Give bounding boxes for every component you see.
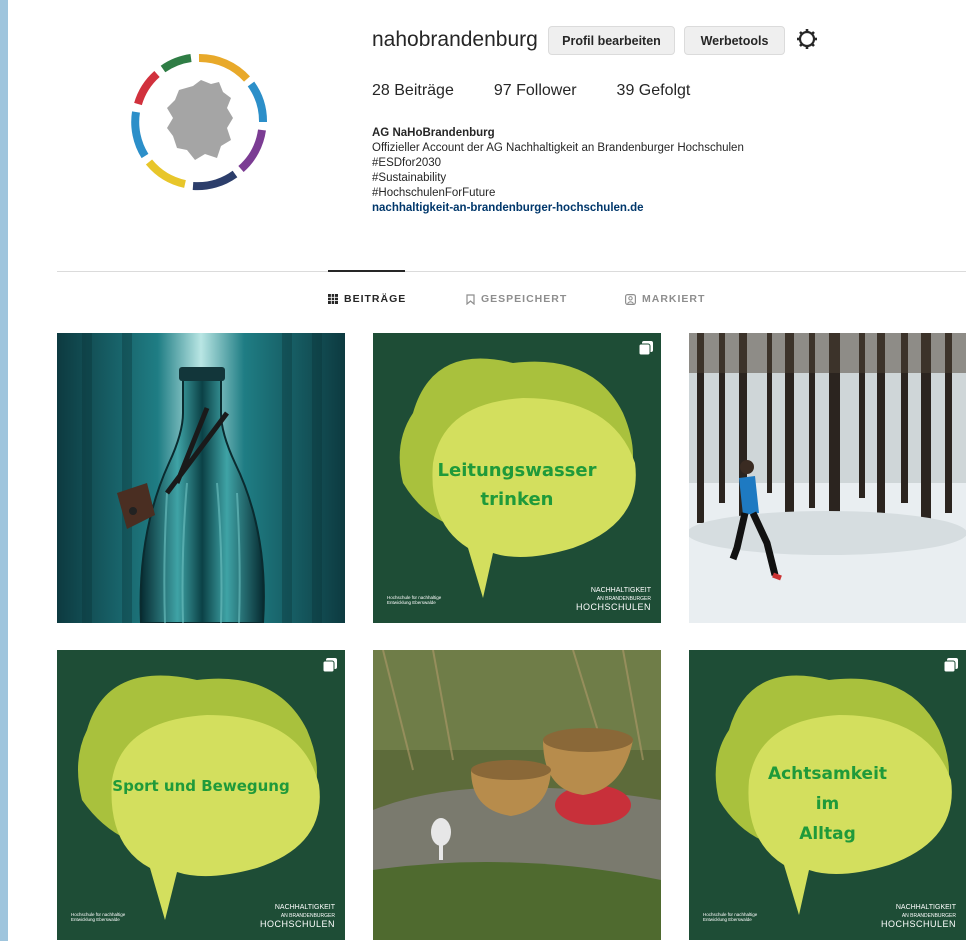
- tab-posts[interactable]: BEITRÄGE: [328, 293, 406, 305]
- bookmark-icon: [466, 293, 475, 305]
- brand-main: NACHHALTIGKEIT: [590, 587, 651, 594]
- bottle-photo: [57, 333, 345, 623]
- brand-logo: NACHHALTIGKEIT AN BRANDENBURGER HOCHSCHU…: [259, 904, 335, 929]
- settings-gear-icon[interactable]: [796, 28, 818, 50]
- singing-bowls-photo: [373, 650, 661, 940]
- bio-website-link[interactable]: nachhaltigkeit-an-brandenburger-hochschu…: [372, 201, 932, 216]
- edit-profile-button[interactable]: Profil bearbeiten: [548, 26, 675, 55]
- brand-main: NACHHALTIGKEIT: [274, 904, 335, 911]
- post-tile-singing-bowls[interactable]: [373, 650, 661, 940]
- profile-bio: AG NaHoBrandenburg Offizieller Account d…: [372, 126, 932, 216]
- post-tile-achtsamkeit[interactable]: Achtsamkeit im Alltag Hochschule für nac…: [689, 650, 966, 940]
- multiple-images-icon: [323, 658, 337, 672]
- forest-photo: [689, 333, 966, 623]
- posts-count: 28 Beiträge: [372, 82, 454, 99]
- tab-tagged[interactable]: MARKIERT: [625, 293, 705, 305]
- bio-name: AG NaHoBrandenburg: [372, 127, 495, 139]
- small-university-logo: Hochschule für nachhaltige Entwicklung E…: [703, 912, 758, 922]
- small-university-logo: Hochschule für nachhaltige Entwicklung E…: [71, 912, 126, 922]
- active-tab-indicator: [328, 270, 405, 272]
- post-caption-line: Alltag: [799, 824, 856, 844]
- brand-bottom: HOCHSCHULEN: [880, 919, 956, 929]
- brand-logo: NACHHALTIGKEIT AN BRANDENBURGER HOCHSCHU…: [880, 904, 956, 929]
- post-caption-line: Achtsamkeit: [767, 764, 888, 784]
- ad-tools-button[interactable]: Werbetools: [684, 26, 785, 55]
- tabs-divider: [57, 271, 966, 272]
- tab-saved-label: GESPEICHERT: [481, 293, 568, 305]
- tab-posts-label: BEITRÄGE: [344, 293, 407, 305]
- post-tile-leitungswasser[interactable]: Leitungswasser trinken Hochschule für na…: [373, 333, 661, 623]
- speech-bubble-graphic: [57, 650, 345, 940]
- bio-line: #HochschulenForFuture: [372, 187, 496, 199]
- profile-stats: 28 Beiträge 97 Follower 39 Gefolgt: [372, 82, 690, 100]
- post-tile-bottle[interactable]: [57, 333, 345, 623]
- brand-main: NACHHALTIGKEIT: [895, 904, 956, 911]
- profile-avatar[interactable]: [127, 50, 271, 194]
- left-edge-bar: [0, 0, 8, 941]
- tab-saved[interactable]: GESPEICHERT: [466, 293, 567, 305]
- post-caption-line: im: [815, 794, 840, 814]
- post-tile-sport[interactable]: Sport und Bewegung Hochschule für nachha…: [57, 650, 345, 940]
- multiple-images-icon: [944, 658, 958, 672]
- profile-username: nahobrandenburg: [372, 28, 538, 51]
- bio-line: #Sustainability: [372, 172, 447, 184]
- post-caption-line: Leitungswasser: [437, 460, 597, 481]
- brand-bottom: HOCHSCHULEN: [259, 919, 335, 929]
- multiple-images-icon: [639, 341, 653, 355]
- brand-logo: NACHHALTIGKEIT AN BRANDENBURGER HOCHSCHU…: [575, 587, 651, 612]
- bio-line: #ESDfor2030: [372, 157, 442, 169]
- following-count[interactable]: 39 Gefolgt: [617, 82, 691, 100]
- bio-line: Offizieller Account der AG Nachhaltigkei…: [372, 142, 744, 154]
- followers-count[interactable]: 97 Follower: [494, 82, 577, 100]
- brand-bottom: HOCHSCHULEN: [575, 602, 651, 612]
- post-caption: Sport und Bewegung: [112, 777, 290, 795]
- grid-icon: [328, 294, 338, 304]
- post-caption-line: trinken: [480, 489, 554, 510]
- post-tile-forest-run[interactable]: [689, 333, 966, 623]
- tab-tagged-label: MARKIERT: [642, 293, 706, 305]
- tagged-person-icon: [625, 293, 636, 305]
- small-university-logo: Hochschule für nachhaltige Entwicklung E…: [387, 595, 442, 605]
- avatar-logo: [131, 53, 268, 191]
